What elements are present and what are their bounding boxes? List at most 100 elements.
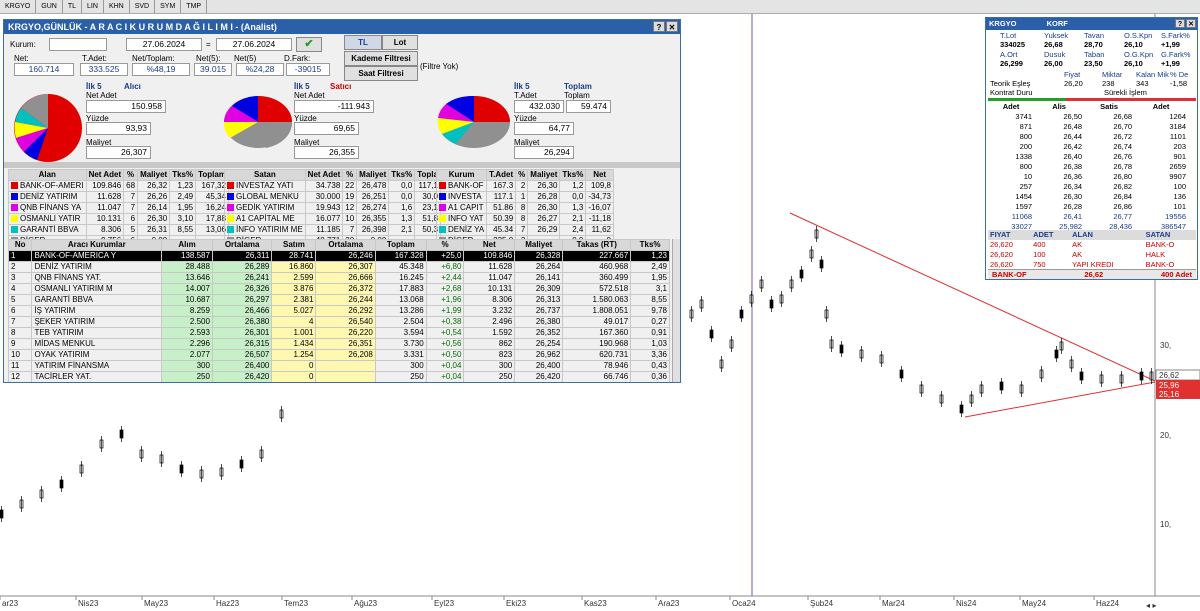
table-row[interactable]: BANK-OF 167.3 2 26,30 1,2 109,8 — [435, 180, 614, 192]
table-row[interactable]: 6 İŞ YATIRIM 8.259 26,466 5.027 26,292 13.286 +… — [7, 305, 670, 317]
table-row[interactable]: 200 26,42 26,74 203 — [988, 142, 1188, 152]
apply-check-icon[interactable]: ✔ — [296, 37, 322, 52]
satan-header-1[interactable]: Net Adet — [304, 169, 344, 181]
saat-filter-button[interactable]: Saat Filtresi — [344, 66, 418, 81]
table-row[interactable]: 5 GARANTİ BBVA 10.687 26,297 2.381 26,244 13.0… — [7, 294, 670, 306]
kurum-header-2[interactable]: % — [515, 169, 529, 181]
color-swatch — [227, 182, 234, 190]
table-row[interactable]: 26,620 400 AK BANK-O — [988, 240, 1196, 250]
depth-help-icon[interactable]: ? — [1175, 19, 1185, 28]
main-header-5[interactable]: Ortalama — [315, 239, 376, 251]
alan-header-2[interactable]: % — [123, 169, 139, 181]
alan-header-4[interactable]: Tks% — [169, 169, 197, 181]
table-row[interactable]: 3 QNB FİNANS YAT. 13.646 26,241 2.599 26,666 1… — [7, 272, 670, 284]
table-row[interactable]: 1597 26,28 26,86 101 — [988, 202, 1188, 212]
table-row[interactable]: DENİZ YATIRIM 11.628 7 26,26 2,49 45,34 — [8, 191, 229, 203]
scroll-arrows[interactable]: ◂ ▸ — [1146, 601, 1157, 610]
help-icon[interactable]: ? — [653, 21, 665, 32]
table-row[interactable]: İNFO YATIRIM ME 11.185 7 26,398 2,1 50,3 — [224, 224, 441, 236]
kurum-header-5[interactable]: Net — [585, 169, 614, 181]
table-row[interactable]: 7 ŞEKER YATIRIM 2.500 26,380 4 26,540 2.504 +0,… — [7, 316, 670, 328]
depth-cell: 26,34 — [1063, 182, 1083, 191]
main-header-11[interactable]: Tks% — [630, 239, 670, 251]
splitter[interactable] — [4, 162, 680, 168]
table-row[interactable]: 2 DENİZ YATIRIM 28.488 26,289 16.860 26,307 45… — [7, 261, 670, 273]
table-row[interactable]: 12 TACİRLER YAT. 250 26,420 0 250 +0,04 250 26,4… — [7, 371, 670, 382]
table-row[interactable]: 1 BANK-OF-AMERICA Y 138.587 26,311 28.741 26,… — [7, 250, 670, 262]
table-row[interactable]: A1 CAPIT 51.86 8 26,30 1,3 -16,07 — [435, 202, 614, 214]
alan-header-3[interactable]: Maliyet — [137, 169, 171, 181]
depth-info-cell: 26,10 — [1124, 40, 1143, 49]
table-row[interactable]: GLOBAL MENKU 30.000 19 26,251 0,0 30,0 — [224, 191, 441, 203]
main-header-10[interactable]: Takas (RT) — [562, 239, 632, 251]
table-scrollbar[interactable] — [672, 239, 680, 382]
toolbar-item-5[interactable]: SVD — [130, 0, 156, 13]
table-row[interactable]: 11 YATIRIM FİNANSMA 300 26,400 0 300 +0,04 300 2… — [7, 360, 670, 372]
kurum-header-3[interactable]: Maliyet — [527, 169, 561, 181]
table-row[interactable]: 257 26,34 26,82 100 — [988, 182, 1188, 192]
depth-cell: 26,42 — [1063, 142, 1083, 151]
main-header-3[interactable]: Ortalama — [211, 239, 273, 251]
lot-button[interactable]: Lot — [382, 35, 418, 50]
table-row[interactable]: INVESTAZ YATI 34.738 22 26,478 0,0 117,1 — [224, 180, 441, 192]
main-header-2[interactable]: Alım — [161, 239, 213, 251]
satan-header-3[interactable]: Maliyet — [356, 169, 390, 181]
table-row[interactable]: 10 26,36 26,80 9907 — [988, 172, 1188, 182]
satan-cell: 30.000 — [304, 191, 344, 203]
alan-header-0[interactable]: Alan — [8, 169, 87, 181]
main-cell: DENİZ YATIRIM — [31, 261, 163, 273]
kurum-header-1[interactable]: T.Adet — [486, 169, 517, 181]
table-row[interactable]: 1454 26,30 26,84 136 — [988, 192, 1188, 202]
date-to-input[interactable]: 27.06.2024 — [216, 38, 292, 51]
main-header-4[interactable]: Satım — [271, 239, 317, 251]
table-row[interactable]: GEDİK YATIRIM 19.943 12 26,274 1,6 23,1 — [224, 202, 441, 214]
main-cell: 26,297 — [211, 294, 273, 306]
table-row[interactable]: 26,620 100 AK HALK — [988, 250, 1196, 260]
alan-header-1[interactable]: Net Adet — [85, 169, 125, 181]
pie3-value2: 64,77 — [514, 122, 574, 135]
table-row[interactable]: 8 TEB YATIRIM 2.593 26,301 1.001 26,220 3.594 +… — [7, 327, 670, 339]
table-row[interactable]: 13BULLS YATIRIM ME20026,4100200+0,032002… — [9, 383, 670, 384]
satan-header-0[interactable]: Satan — [224, 169, 306, 181]
table-row[interactable]: 11068 26,41 26,77 19556 — [988, 212, 1188, 222]
table-row[interactable]: 1338 26,40 26,76 901 — [988, 152, 1188, 162]
close-icon[interactable]: ✕ — [666, 21, 678, 32]
table-row[interactable]: INVESTA 117.1 1 26,28 0,0 -34,73 — [435, 191, 614, 203]
table-row[interactable]: DENİZ YA 45.34 7 26,29 2,4 11,62 — [435, 224, 614, 236]
table-row[interactable]: 800 26,38 26,78 2659 — [988, 162, 1188, 172]
toolbar-item-0[interactable]: KRGYO — [0, 0, 37, 13]
main-header-8[interactable]: Net — [463, 239, 516, 251]
kademe-filter-button[interactable]: Kademe Filtresi — [344, 51, 418, 66]
main-header-6[interactable]: Toplam — [374, 239, 427, 251]
table-row[interactable]: 4 OSMANLI YATIRIM M 14.007 26,326 3.876 26,37… — [7, 283, 670, 295]
main-header-9[interactable]: Maliyet — [514, 239, 564, 251]
main-header-0[interactable]: No — [7, 239, 33, 251]
table-row[interactable]: 10 OYAK YATIRIM 2.077 26,507 1.254 26,208 3.33… — [7, 349, 670, 361]
table-row[interactable]: QNB FİNANS YA 11.047 7 26,14 1,95 16,24 — [8, 202, 229, 214]
main-header-1[interactable]: Aracı Kurumlar — [31, 239, 163, 251]
table-row[interactable]: 3741 26,50 26,68 1264 — [988, 112, 1188, 122]
table-row[interactable]: GARANTİ BBVA 8.306 5 26,31 8,55 13,06 — [8, 224, 229, 236]
main-header-7[interactable]: % — [425, 239, 465, 251]
table-row[interactable]: BANK-OF-AMERI 109.846 68 26,32 1,23 167,32 — [8, 180, 229, 192]
toolbar-item-1[interactable]: GUN — [36, 0, 63, 13]
table-row[interactable]: 9 MİDAS MENKUL 2.296 26,315 1.434 26,351 3.730… — [7, 338, 670, 350]
tl-button[interactable]: TL — [344, 35, 382, 50]
kurum-header-0[interactable]: Kurum — [435, 169, 488, 181]
toolbar-item-6[interactable]: SYM — [155, 0, 182, 13]
table-row[interactable]: A1 CAPİTAL ME 16.077 10 26,355 1,3 51,8 — [224, 213, 441, 225]
toolbar-item-4[interactable]: KHN — [104, 0, 130, 13]
table-row[interactable]: 800 26,44 26,72 1101 — [988, 132, 1188, 142]
toolbar-item-7[interactable]: TMP — [181, 0, 208, 13]
date-from-input[interactable]: 27.06.2024 — [126, 38, 202, 51]
satan-header-2[interactable]: % — [342, 169, 358, 181]
toolbar-item-2[interactable]: TL — [63, 0, 83, 13]
kurum-header-4[interactable]: Tks% — [559, 169, 587, 181]
satan-header-4[interactable]: Tks% — [388, 169, 416, 181]
toolbar-item-3[interactable]: LIN — [82, 0, 104, 13]
depth-close-icon[interactable]: ✕ — [1186, 19, 1196, 28]
table-row[interactable]: OSMANLI YATIR 10.131 6 26,30 3,10 17,88 — [8, 213, 229, 225]
table-row[interactable]: 871 26,48 26,70 3184 — [988, 122, 1188, 132]
table-row[interactable]: INFO YAT 50.39 8 26,27 2,1 -11,18 — [435, 213, 614, 225]
kurum-input[interactable] — [49, 38, 107, 51]
